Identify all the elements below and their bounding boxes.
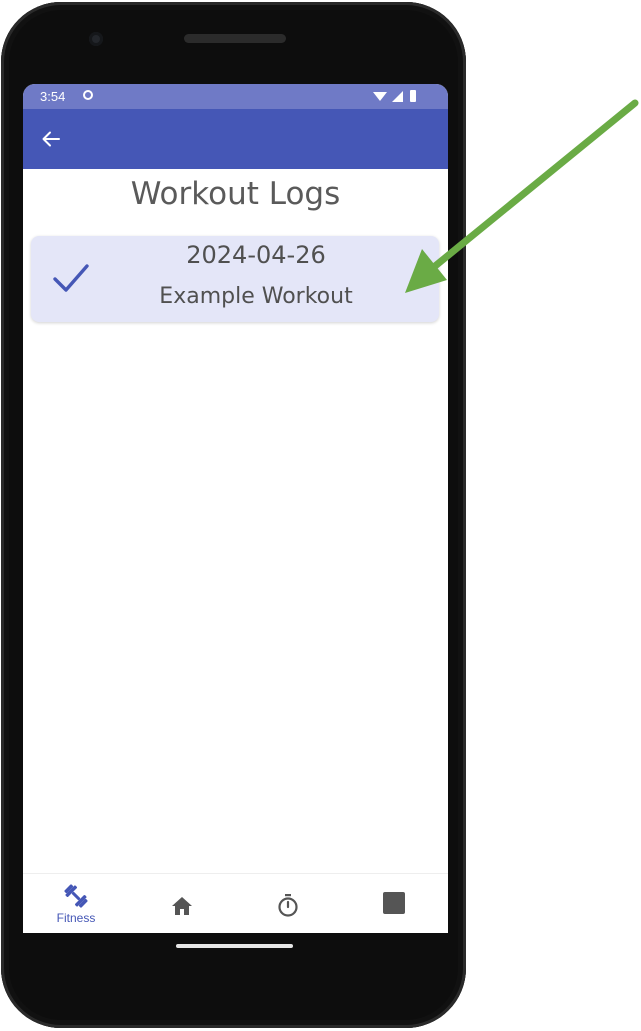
bottom-navigation: Fitness bbox=[23, 873, 448, 933]
earpiece-speaker bbox=[184, 34, 286, 43]
nav-item-home[interactable] bbox=[129, 874, 235, 933]
notification-circle-icon bbox=[83, 90, 93, 100]
log-workout-name: Example Workout bbox=[159, 284, 353, 309]
nav-item-stop[interactable] bbox=[341, 874, 447, 933]
front-camera bbox=[89, 32, 103, 46]
home-icon bbox=[172, 897, 192, 915]
app-screen: 3:54 Workout Logs 2024-04-26 Example Wor… bbox=[23, 84, 448, 933]
check-icon bbox=[53, 264, 89, 292]
nav-item-fitness[interactable]: Fitness bbox=[23, 874, 129, 933]
nav-label-fitness: Fitness bbox=[56, 911, 96, 925]
annotation-arrow bbox=[405, 99, 639, 293]
stop-square-icon bbox=[383, 892, 405, 914]
page-title: Workout Logs bbox=[130, 176, 341, 212]
arrow-back-icon bbox=[42, 131, 60, 147]
workout-log-card[interactable]: 2024-04-26 Example Workout bbox=[31, 236, 439, 322]
app-bar bbox=[23, 109, 448, 169]
status-bar: 3:54 bbox=[23, 84, 448, 109]
log-date: 2024-04-26 bbox=[186, 241, 326, 269]
nav-item-timer[interactable] bbox=[235, 874, 341, 933]
gesture-navigation-bar[interactable] bbox=[176, 944, 293, 948]
timer-icon bbox=[278, 894, 298, 917]
page: 3:54 Workout Logs 2024-04-26 Example Wor… bbox=[0, 0, 641, 1031]
status-time: 3:54 bbox=[40, 89, 66, 104]
back-button[interactable] bbox=[36, 124, 66, 154]
dumbbell-icon bbox=[64, 884, 88, 908]
wifi-icon bbox=[373, 92, 387, 101]
